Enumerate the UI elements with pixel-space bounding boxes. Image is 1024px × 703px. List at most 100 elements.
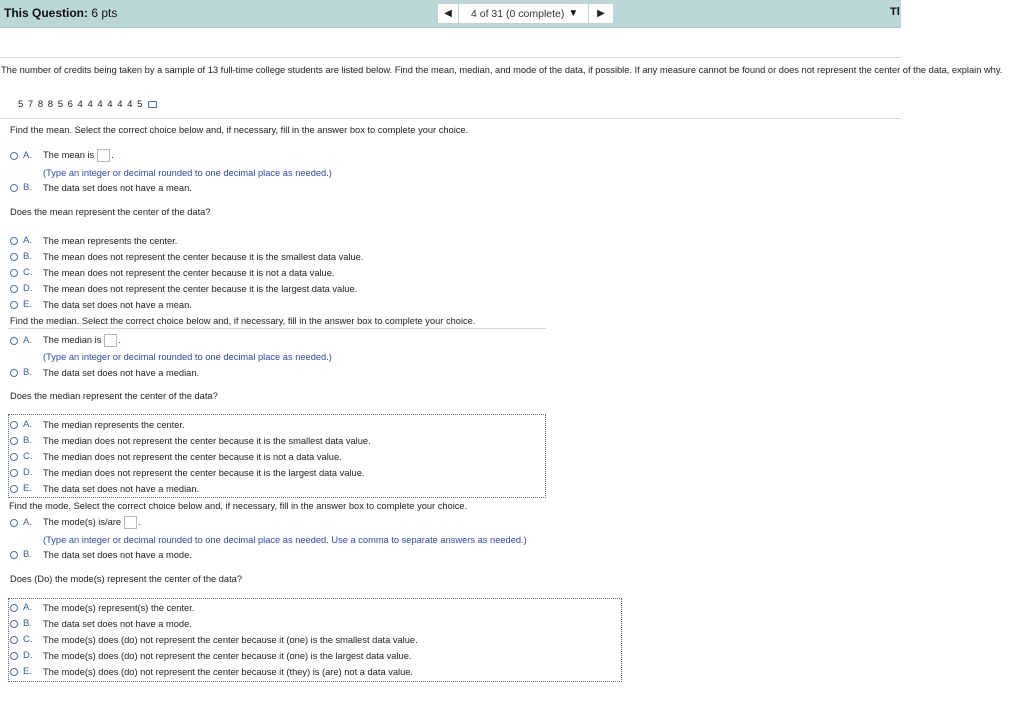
option-letter: C. [23, 267, 33, 278]
option-text: The mode(s) does (do) not represent the … [43, 666, 414, 677]
mean-option-b[interactable]: B. The data set does not have a mean. [10, 181, 192, 194]
radio-button[interactable] [10, 336, 18, 345]
next-question-button[interactable]: ▶ [588, 3, 614, 24]
mean-center-option-c[interactable]: C. The mean does not represent the center… [10, 266, 335, 279]
points-value: 6 pts [91, 6, 118, 20]
radio-button[interactable] [10, 236, 18, 245]
option-text: The median does not represent the center… [43, 435, 371, 446]
option-text: The mode(s) is/are [43, 516, 122, 527]
mode-hint: (Type an integer or decimal rounded to o… [43, 535, 527, 545]
header-right-text: Tl [890, 6, 900, 18]
median-option-a[interactable]: A. The median is. [10, 334, 121, 347]
radio-button[interactable] [10, 603, 18, 612]
radio-button[interactable] [10, 300, 18, 309]
period: . [118, 334, 121, 345]
radio-button[interactable] [10, 452, 18, 461]
radio-button[interactable] [10, 284, 18, 293]
option-text: The mean is [43, 149, 95, 160]
radio-button[interactable] [10, 368, 18, 377]
mean-instruction: Find the mean. Select the correct choice… [10, 125, 469, 135]
radio-button[interactable] [10, 151, 18, 160]
previous-question-button[interactable]: ◀ [437, 3, 459, 24]
radio-button[interactable] [10, 667, 18, 676]
radio-button[interactable] [10, 651, 18, 660]
divider [0, 118, 901, 119]
mean-center-option-e[interactable]: E. The data set does not have a mean. [10, 298, 192, 311]
mode-answer-box[interactable] [124, 516, 138, 529]
question-header-bar: This Question: 6 pts ◀ 4 of 31 (0 comple… [0, 0, 901, 28]
mean-center-option-d[interactable]: D. The mean does not represent the center… [10, 282, 357, 295]
mode-option-b[interactable]: B. The data set does not have a mode. [10, 548, 192, 561]
radio-button[interactable] [10, 268, 18, 277]
option-text: The mode(s) does (do) not represent the … [43, 650, 412, 661]
option-text: The data set does not have a mode. [43, 549, 192, 560]
question-points: This Question: 6 pts [4, 6, 117, 20]
option-letter: B. [23, 182, 32, 193]
median-center-option-d[interactable]: D. The median does not represent the cent… [10, 466, 364, 479]
mean-center-option-a[interactable]: A. The mean represents the center. [10, 234, 177, 247]
option-text: The mode(s) represent(s) the center. [43, 602, 195, 613]
radio-button[interactable] [10, 436, 18, 445]
radio-button[interactable] [10, 550, 18, 559]
period: . [138, 516, 141, 527]
median-instruction: Find the median. Select the correct choi… [10, 316, 476, 326]
mode-option-a[interactable]: A. The mode(s) is/are. [10, 516, 141, 529]
option-letter: A. [23, 335, 32, 346]
divider [0, 57, 901, 58]
radio-button[interactable] [10, 635, 18, 644]
option-letter: A. [23, 235, 32, 246]
option-letter: B. [23, 367, 32, 378]
mean-center-option-b[interactable]: B. The mean does not represent the center… [10, 250, 363, 263]
mode-center-option-e[interactable]: E. The mode(s) does (do) not represent th… [10, 665, 413, 678]
option-text: The median is [43, 334, 102, 345]
mode-center-option-d[interactable]: D. The mode(s) does (do) not represent th… [10, 649, 411, 662]
option-letter: C. [23, 451, 33, 462]
triangle-left-icon: ◀ [444, 8, 452, 19]
option-letter: A. [23, 602, 32, 613]
option-text: The mean does not represent the center b… [43, 267, 335, 278]
option-letter: A. [23, 150, 32, 161]
option-text: The data set does not have a median. [43, 367, 200, 378]
mode-center-option-b[interactable]: B. The data set does not have a mode. [10, 617, 192, 630]
mode-instruction: Find the mode. Select the correct choice… [9, 501, 468, 511]
option-letter: E. [23, 666, 32, 677]
radio-button[interactable] [10, 518, 18, 527]
radio-button[interactable] [10, 252, 18, 261]
option-text: The median does not represent the center… [43, 451, 342, 462]
radio-button[interactable] [10, 484, 18, 493]
option-letter: B. [23, 549, 32, 560]
period: . [111, 149, 114, 160]
option-letter: A. [23, 517, 32, 528]
option-letter: B. [23, 435, 32, 446]
option-text: The data set does not have a mode. [43, 618, 192, 629]
mean-option-a[interactable]: A. The mean is. [10, 149, 114, 162]
mode-center-option-c[interactable]: C. The mode(s) does (do) not represent th… [10, 633, 418, 646]
radio-button[interactable] [10, 468, 18, 477]
option-letter: B. [23, 251, 32, 262]
median-center-option-e[interactable]: E. The data set does not have a median. [10, 482, 199, 495]
option-letter: E. [23, 483, 32, 494]
mode-center-option-a[interactable]: A. The mode(s) represent(s) the center. [10, 601, 194, 614]
chevron-down-icon: ▼ [568, 8, 579, 19]
median-center-option-c[interactable]: C. The median does not represent the cent… [10, 450, 342, 463]
median-center-option-b[interactable]: B. The median does not represent the cent… [10, 434, 371, 447]
median-center-question: Does the median represent the center of … [10, 391, 218, 401]
mode-center-question: Does (Do) the mode(s) represent the cent… [10, 574, 243, 584]
option-letter: D. [23, 650, 33, 661]
mean-answer-box[interactable] [97, 149, 111, 162]
radio-button[interactable] [10, 183, 18, 192]
option-letter: E. [23, 299, 32, 310]
median-answer-box[interactable] [104, 334, 118, 347]
option-text: The data set does not have a mean. [43, 182, 192, 193]
option-text: The median represents the center. [43, 419, 185, 430]
option-letter: D. [23, 467, 33, 478]
median-center-option-a[interactable]: A. The median represents the center. [10, 418, 185, 431]
question-progress-dropdown[interactable]: 4 of 31 (0 complete) ▼ [459, 3, 588, 24]
question-prompt: The number of credits being taken by a s… [1, 65, 1003, 75]
radio-button[interactable] [10, 619, 18, 628]
median-option-b[interactable]: B. The data set does not have a median. [10, 366, 199, 379]
median-hint: (Type an integer or decimal rounded to o… [43, 352, 332, 362]
radio-button[interactable] [10, 420, 18, 429]
question-label: This Question: [4, 6, 88, 20]
copy-data-icon[interactable] [148, 100, 158, 108]
